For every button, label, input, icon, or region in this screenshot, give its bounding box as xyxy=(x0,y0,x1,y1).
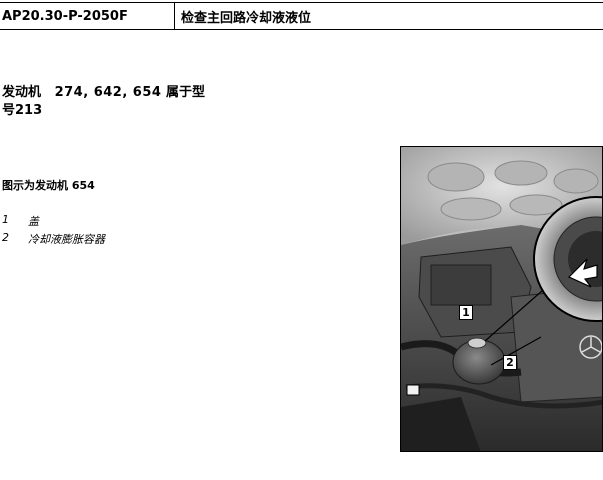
engine-applicability: 发动机 274, 642, 654 属于型号213 xyxy=(2,84,217,120)
legend: 1 盖 2 冷却液膨胀容器 xyxy=(2,213,105,249)
legend-item: 2 冷却液膨胀容器 xyxy=(2,231,105,249)
figure-caption: 图示为发动机 654 xyxy=(2,179,95,192)
engine-label: 发动机 xyxy=(2,85,42,100)
callout-1: 1 xyxy=(459,305,473,320)
legend-text: 冷却液膨胀容器 xyxy=(28,233,105,246)
legend-text: 盖 xyxy=(28,215,39,228)
document-header: AP20.30-P-2050F 检查主回路冷却液液位 xyxy=(0,2,603,30)
coolant-cap xyxy=(467,337,487,349)
callout-2: 2 xyxy=(503,355,517,370)
document-title: 检查主回路冷却液液位 xyxy=(181,10,312,26)
engine-bay-illustration xyxy=(401,147,602,451)
engine-numbers: 274, 642, 654 xyxy=(54,85,162,100)
engine-model: 213 xyxy=(15,103,43,118)
legend-item: 1 盖 xyxy=(2,213,105,231)
legend-number: 2 xyxy=(2,231,9,244)
document-id: AP20.30-P-2050F xyxy=(0,3,175,29)
legend-number: 1 xyxy=(2,213,9,226)
engine-bay-photo: 1 2 xyxy=(400,146,603,452)
